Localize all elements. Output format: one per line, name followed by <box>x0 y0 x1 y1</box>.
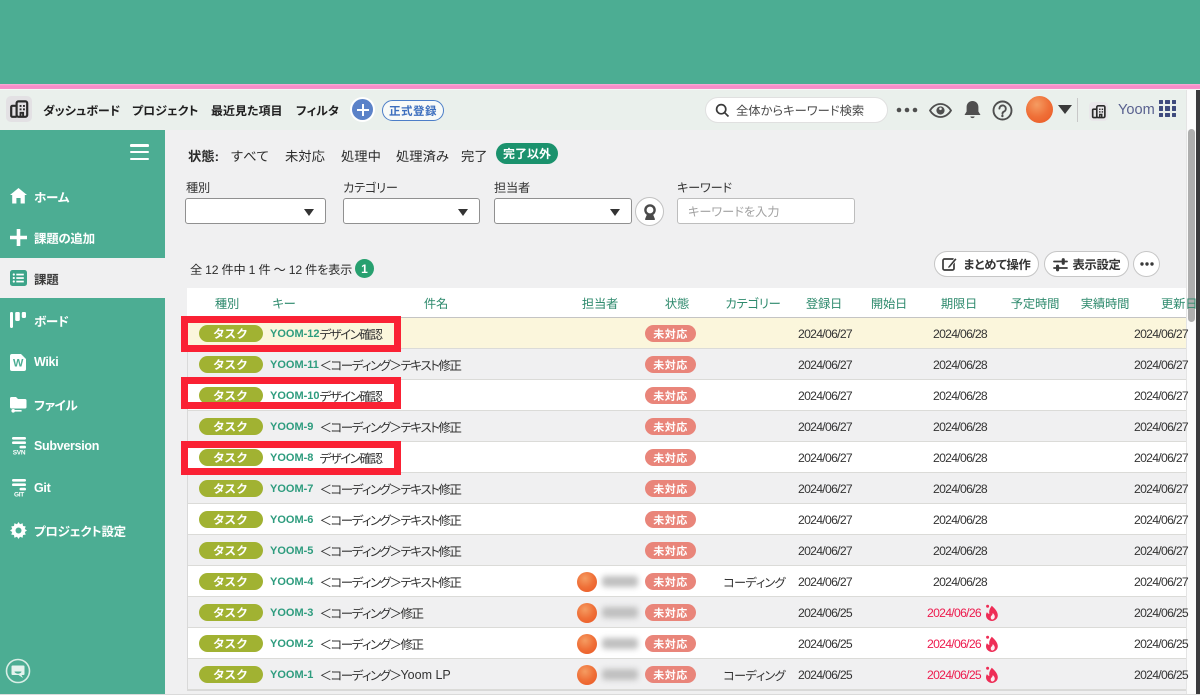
svg-text:SVN: SVN <box>13 450 26 456</box>
svg-text:W: W <box>13 357 24 369</box>
svg-text:GIT: GIT <box>14 492 24 498</box>
